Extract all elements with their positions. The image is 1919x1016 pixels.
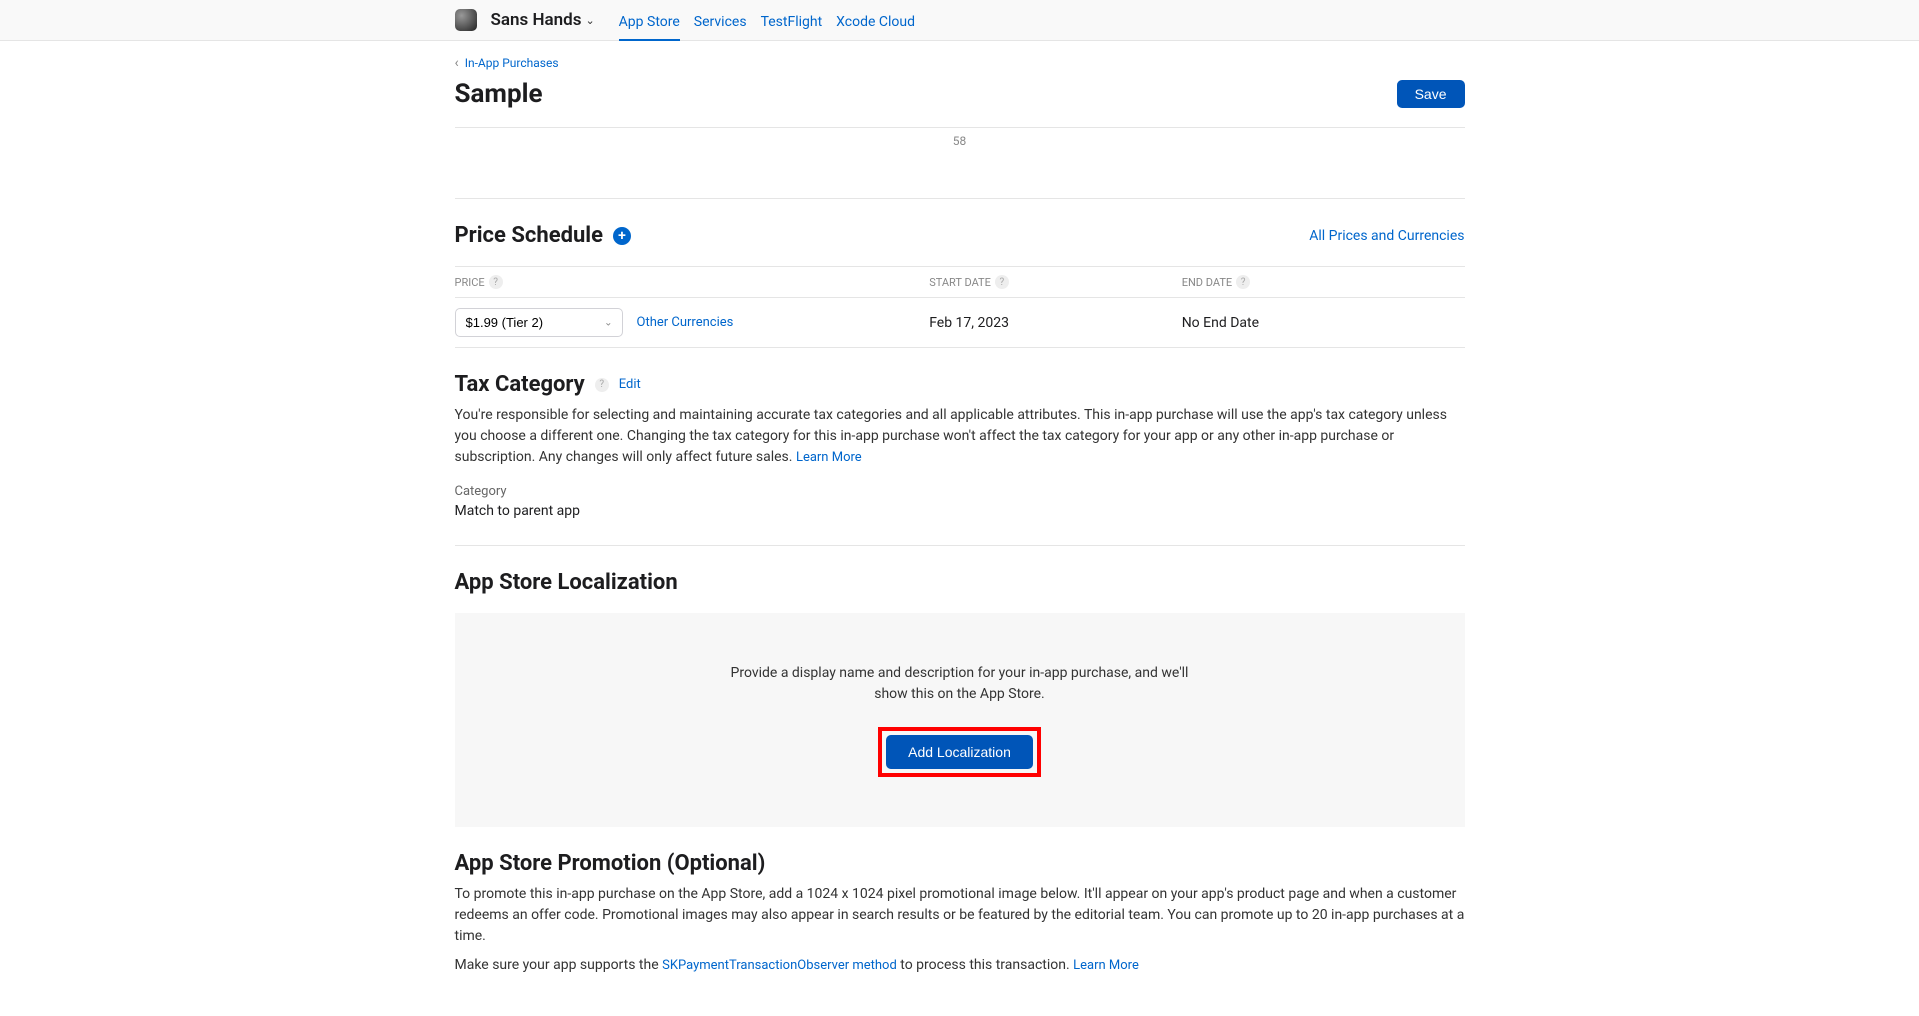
top-nav: Sans Hands ⌄ App Store Services TestFlig… <box>0 0 1919 41</box>
price-select-input[interactable] <box>455 308 623 337</box>
th-price: PRICE ? <box>455 275 930 289</box>
promotion-support-text: Make sure your app supports the SKPaymen… <box>455 955 1465 976</box>
save-button[interactable]: Save <box>1397 80 1465 108</box>
edit-link[interactable]: Edit <box>619 377 641 392</box>
sk-observer-link[interactable]: SKPaymentTransactionObserver method <box>662 958 897 973</box>
page-header: Sample Save <box>455 71 1465 128</box>
price-schedule-title: Price Schedule <box>455 223 604 248</box>
price-select[interactable]: ⌄ <box>455 308 623 337</box>
app-name: Sans Hands <box>491 10 582 30</box>
help-icon[interactable]: ? <box>1236 275 1250 289</box>
learn-more-link[interactable]: Learn More <box>796 450 862 465</box>
price-schedule-section: Price Schedule + All Prices and Currenci… <box>455 199 1465 348</box>
character-counter: 58 <box>455 128 1465 172</box>
nav-tabs: App Store Services TestFlight Xcode Clou… <box>619 8 915 32</box>
tab-app-store[interactable]: App Store <box>619 8 680 41</box>
start-date-value: Feb 17, 2023 <box>929 315 1182 331</box>
app-switcher[interactable]: Sans Hands ⌄ <box>491 10 595 30</box>
highlight-frame: Add Localization <box>878 727 1041 777</box>
app-icon <box>455 9 477 31</box>
th-end-date: END DATE ? <box>1182 275 1465 289</box>
add-price-icon[interactable]: + <box>613 227 631 245</box>
tax-category-section: Tax Category ? Edit You're responsible f… <box>455 348 1465 519</box>
tab-services[interactable]: Services <box>694 8 747 41</box>
all-prices-link[interactable]: All Prices and Currencies <box>1309 228 1464 244</box>
localization-description: Provide a display name and description f… <box>730 663 1190 705</box>
category-value: Match to parent app <box>455 503 1465 519</box>
tab-xcode-cloud[interactable]: Xcode Cloud <box>836 8 915 41</box>
tax-category-title: Tax Category <box>455 372 585 397</box>
help-icon[interactable]: ? <box>995 275 1009 289</box>
table-header: PRICE ? START DATE ? END DATE ? <box>455 267 1465 298</box>
localization-section: App Store Localization Provide a display… <box>455 546 1465 827</box>
localization-box: Provide a display name and description f… <box>455 613 1465 827</box>
chevron-left-icon: ‹ <box>455 55 459 71</box>
help-icon[interactable]: ? <box>595 378 609 392</box>
tab-testflight[interactable]: TestFlight <box>761 8 823 41</box>
help-icon[interactable]: ? <box>489 275 503 289</box>
learn-more-link[interactable]: Learn More <box>1073 958 1139 973</box>
localization-title: App Store Localization <box>455 570 1465 595</box>
add-localization-button[interactable]: Add Localization <box>886 735 1033 769</box>
table-row: ⌄ Other Currencies Feb 17, 2023 No End D… <box>455 298 1465 348</box>
breadcrumb[interactable]: ‹ In-App Purchases <box>455 41 1465 71</box>
tax-category-description: You're responsible for selecting and mai… <box>455 405 1465 468</box>
other-currencies-link[interactable]: Other Currencies <box>637 315 734 330</box>
promotion-description: To promote this in-app purchase on the A… <box>455 884 1465 947</box>
promotion-title: App Store Promotion (Optional) <box>455 851 1465 876</box>
page-title: Sample <box>455 79 543 109</box>
breadcrumb-label: In-App Purchases <box>465 56 559 70</box>
chevron-down-icon: ⌄ <box>585 14 594 27</box>
price-table: PRICE ? START DATE ? END DATE ? <box>455 266 1465 348</box>
th-start-date: START DATE ? <box>929 275 1182 289</box>
category-label: Category <box>455 484 1465 499</box>
promotion-section: App Store Promotion (Optional) To promot… <box>455 827 1465 976</box>
end-date-value: No End Date <box>1182 315 1465 331</box>
